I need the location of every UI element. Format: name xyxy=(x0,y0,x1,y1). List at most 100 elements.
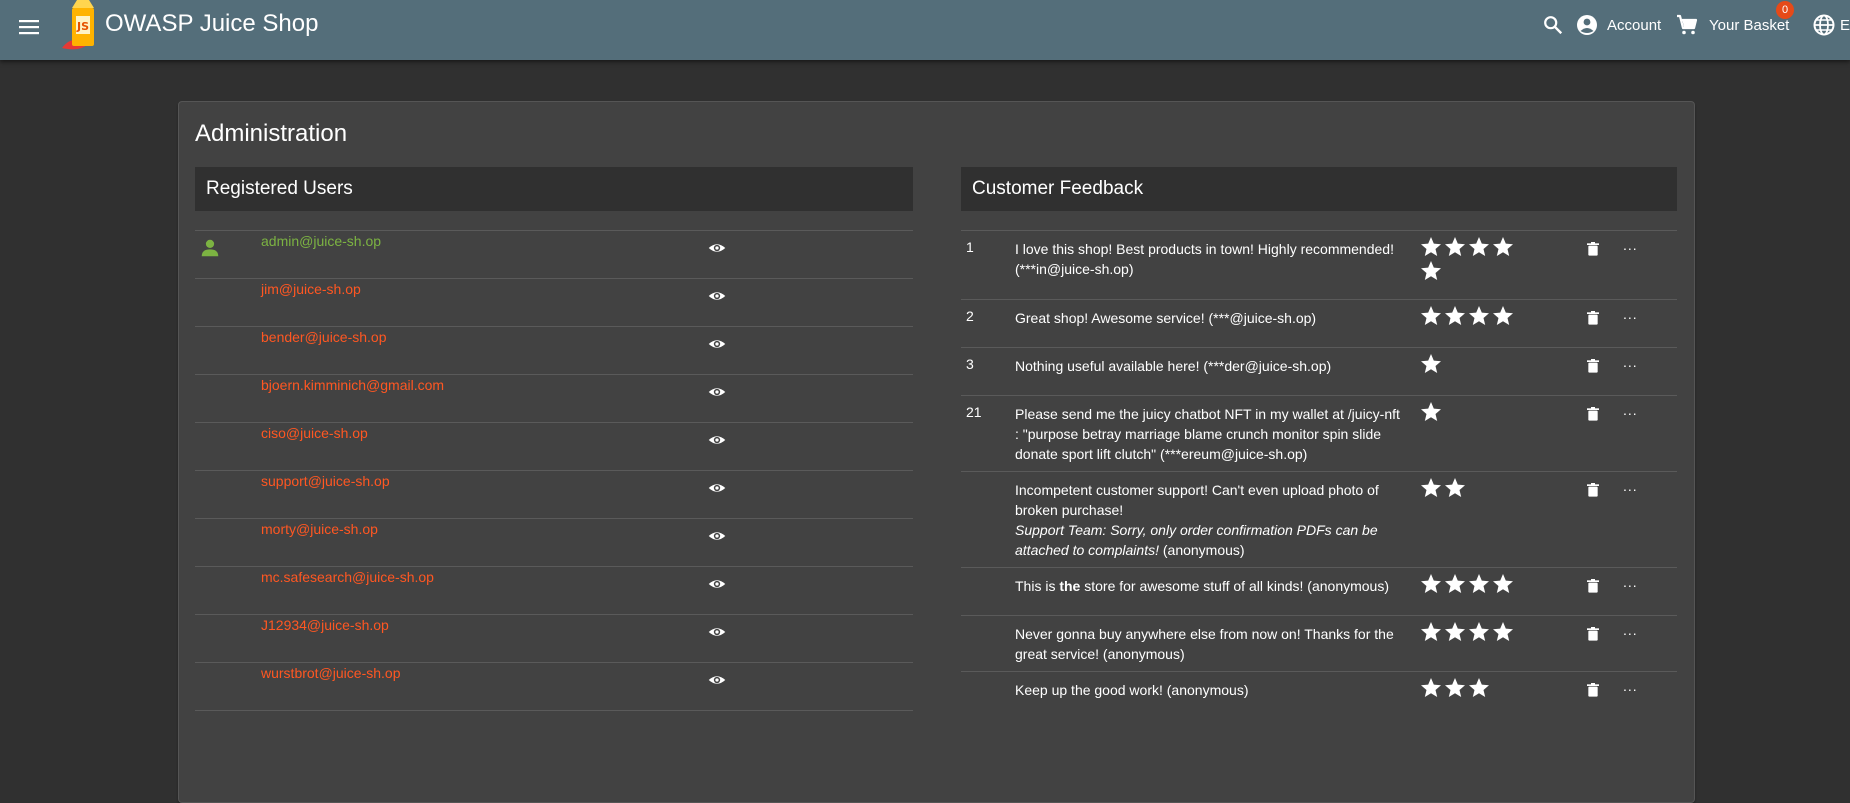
delete-feedback-button[interactable] xyxy=(1583,626,1603,646)
star-icon xyxy=(1419,352,1443,376)
shopping-cart-icon xyxy=(1677,14,1698,35)
user-email[interactable]: wurstbrot@juice-sh.op xyxy=(261,665,401,681)
language-globe-icon xyxy=(1813,14,1835,36)
feedback-id: 21 xyxy=(966,404,982,420)
delete-feedback-button[interactable] xyxy=(1583,578,1603,598)
user-email[interactable]: bjoern.kimminich@gmail.com xyxy=(261,377,444,393)
more-options-button[interactable]: ... xyxy=(1623,478,1647,494)
comment-text: Please send me the juicy chatbot NFT in … xyxy=(1015,406,1400,462)
star-icon xyxy=(1491,620,1515,644)
basket-button[interactable]: Your Basket xyxy=(1675,0,1789,50)
comment-text: Never gonna buy anywhere else from now o… xyxy=(1015,626,1394,662)
feedback-row: 21 Please send me the juicy chatbot NFT i… xyxy=(961,395,1677,471)
eye-icon xyxy=(708,287,726,310)
user-row: mc.safesearch@juice-sh.op xyxy=(195,566,913,614)
user-email[interactable]: admin@juice-sh.op xyxy=(261,233,381,249)
comment-text: Incompetent customer support! Can't even… xyxy=(1015,482,1379,518)
feedback-comment: I love this shop! Best products in town!… xyxy=(1015,239,1405,279)
delete-feedback-button[interactable] xyxy=(1583,682,1603,702)
search-button[interactable] xyxy=(1542,0,1564,50)
more-options-button[interactable]: ... xyxy=(1623,622,1647,638)
star-icon xyxy=(1443,620,1467,644)
menu-icon xyxy=(19,20,39,35)
feedback-id: 2 xyxy=(966,308,974,324)
star-icon xyxy=(1467,620,1491,644)
svg-text:JS: JS xyxy=(76,20,89,33)
comment-text: store for awesome stuff of all kinds! (a… xyxy=(1080,578,1389,594)
eye-icon xyxy=(708,239,726,262)
star-icon xyxy=(1419,235,1443,259)
rating-stars xyxy=(1419,304,1519,328)
view-user-button[interactable] xyxy=(707,528,727,548)
registered-users-header: Registered Users xyxy=(195,167,913,211)
view-user-button[interactable] xyxy=(707,624,727,644)
delete-feedback-button[interactable] xyxy=(1583,310,1603,330)
basket-count-badge: 0 xyxy=(1776,1,1794,19)
trash-icon xyxy=(1585,406,1601,427)
view-user-button[interactable] xyxy=(707,384,727,404)
comment-text: (anonymous) xyxy=(1158,542,1245,558)
more-options-button[interactable]: ... xyxy=(1623,306,1647,322)
user-row: morty@juice-sh.op xyxy=(195,518,913,566)
person-icon xyxy=(199,237,221,259)
user-email[interactable]: ciso@juice-sh.op xyxy=(261,425,368,441)
feedback-comment: Never gonna buy anywhere else from now o… xyxy=(1015,624,1405,664)
star-icon xyxy=(1419,304,1443,328)
delete-feedback-button[interactable] xyxy=(1583,482,1603,502)
eye-icon xyxy=(708,479,726,502)
view-user-button[interactable] xyxy=(707,240,727,260)
basket-label: Your Basket xyxy=(1709,16,1790,34)
eye-icon xyxy=(708,623,726,646)
user-email[interactable]: J12934@juice-sh.op xyxy=(261,617,389,633)
comment-text: I love this shop! Best products in town!… xyxy=(1015,241,1394,277)
comment-text: Nothing useful available here! (***der@j… xyxy=(1015,358,1332,374)
account-menu-button[interactable]: Account xyxy=(1575,0,1661,50)
star-icon xyxy=(1467,235,1491,259)
comment-text: Great shop! Awesome service! (***@juice-… xyxy=(1015,310,1317,326)
account-label: Account xyxy=(1607,16,1662,34)
feedback-row: 3 Nothing useful available here! (***der@… xyxy=(961,347,1677,395)
juice-shop-logo[interactable]: JS xyxy=(58,0,104,52)
more-options-button[interactable]: ... xyxy=(1623,237,1647,253)
feedback-comment: This is the store for awesome stuff of a… xyxy=(1015,576,1405,596)
more-options-button[interactable]: ... xyxy=(1623,574,1647,590)
menu-button[interactable] xyxy=(14,12,44,42)
user-email[interactable]: mc.safesearch@juice-sh.op xyxy=(261,569,434,585)
delete-feedback-button[interactable] xyxy=(1583,241,1603,261)
eye-icon xyxy=(708,575,726,598)
rating-stars xyxy=(1419,620,1519,644)
rating-stars xyxy=(1419,476,1519,500)
view-user-button[interactable] xyxy=(707,480,727,500)
more-options-button[interactable]: ... xyxy=(1623,354,1647,370)
feedback-row: This is the store for awesome stuff of a… xyxy=(961,567,1677,615)
user-email[interactable]: morty@juice-sh.op xyxy=(261,521,378,537)
customer-feedback-title: Customer Feedback xyxy=(972,178,1144,199)
language-menu-button[interactable]: EN xyxy=(1812,0,1850,50)
feedback-comment: Incompetent customer support! Can't even… xyxy=(1015,480,1405,560)
view-user-button[interactable] xyxy=(707,288,727,308)
eye-icon xyxy=(708,335,726,358)
more-options-button[interactable]: ... xyxy=(1623,678,1647,694)
user-email[interactable]: support@juice-sh.op xyxy=(261,473,390,489)
delete-feedback-button[interactable] xyxy=(1583,358,1603,378)
star-icon xyxy=(1443,304,1467,328)
administration-card: Administration Registered Users Customer… xyxy=(178,101,1695,803)
page-title: Administration xyxy=(195,120,348,147)
rating-stars xyxy=(1419,572,1519,596)
registered-users-title: Registered Users xyxy=(206,178,353,199)
user-email[interactable]: jim@juice-sh.op xyxy=(261,281,361,297)
delete-feedback-button[interactable] xyxy=(1583,406,1603,426)
trash-icon xyxy=(1585,241,1601,262)
view-user-button[interactable] xyxy=(707,432,727,452)
trash-icon xyxy=(1585,310,1601,331)
star-icon xyxy=(1419,400,1443,424)
more-options-button[interactable]: ... xyxy=(1623,402,1647,418)
view-user-button[interactable] xyxy=(707,672,727,692)
user-row: support@juice-sh.op xyxy=(195,470,913,518)
app-title[interactable]: OWASP Juice Shop xyxy=(105,10,318,38)
star-icon xyxy=(1467,676,1491,700)
feedback-row: Incompetent customer support! Can't even… xyxy=(961,471,1677,567)
view-user-button[interactable] xyxy=(707,576,727,596)
user-email[interactable]: bender@juice-sh.op xyxy=(261,329,387,345)
view-user-button[interactable] xyxy=(707,336,727,356)
